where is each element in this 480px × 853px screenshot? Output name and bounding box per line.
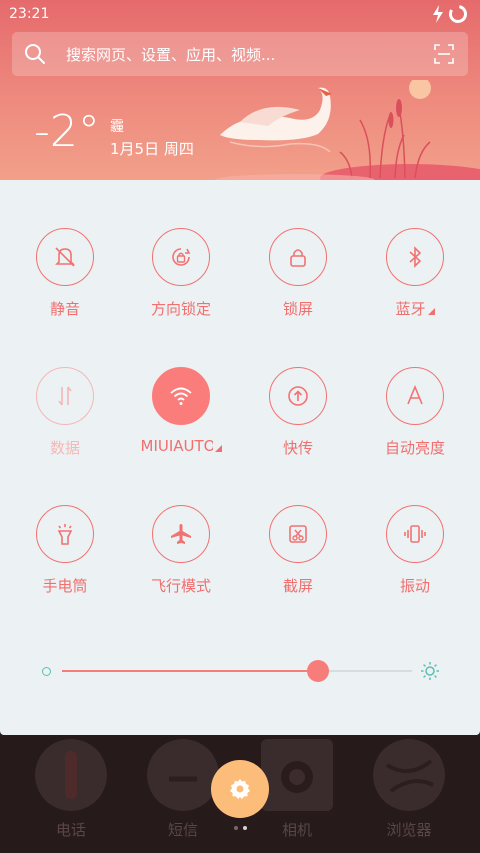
toggle-quick-transfer[interactable]: 快传: [243, 367, 353, 467]
menu-arrow-icon: [427, 308, 435, 315]
toggle-label: 自动亮度: [384, 439, 445, 457]
page-indicator: [232, 826, 252, 832]
rotation-lock-icon: [172, 248, 191, 266]
menu-arrow-icon: [214, 445, 222, 452]
toggle-bluetooth[interactable]: 蓝牙: [360, 228, 470, 328]
brightness-high-icon: [421, 662, 439, 680]
toggle-rotation-lock[interactable]: 方向锁定: [126, 228, 236, 328]
toggle-label: 数据: [49, 439, 80, 457]
page-dot-current: [243, 826, 247, 830]
flashlight-icon: [57, 524, 73, 545]
status-time: 23:21: [9, 6, 50, 22]
data-arrows-icon: [58, 386, 72, 406]
weather-condition: 霾: [110, 119, 124, 135]
vibrate-icon: [404, 525, 426, 543]
phone-icon: [35, 739, 107, 811]
gear-icon: [230, 779, 250, 799]
bluetooth-icon: [409, 246, 422, 268]
notification-header: 23:21 搜索网页、设置、应用、视频... -2° 霾 1月5日 周四: [0, 0, 480, 180]
dock-app-label: 短信: [167, 821, 198, 839]
brightness-slider[interactable]: [36, 658, 444, 684]
scan-icon[interactable]: [434, 44, 454, 64]
wifi-icon: [170, 387, 192, 405]
toggle-wifi[interactable]: MIUIAUTO: [126, 367, 236, 467]
screenshot-icon: [289, 525, 307, 543]
quick-settings-panel: 静音 方向锁定 锁屏 蓝牙 数据 MIUIAUTO 快传 自动亮度 手电筒 飞行…: [0, 180, 480, 735]
dock-app-label: 相机: [281, 821, 312, 839]
camera-icon: [261, 739, 333, 811]
toggle-silent[interactable]: 静音: [10, 228, 120, 328]
bell-off-icon: [55, 247, 75, 267]
toggle-flashlight[interactable]: 手电筒: [10, 505, 120, 605]
message-icon: [147, 739, 219, 811]
transfer-icon: [288, 386, 308, 406]
brightness-low-icon: [42, 667, 51, 676]
toggle-auto-brightness[interactable]: 自动亮度: [360, 367, 470, 467]
dock-app-label: 电话: [55, 821, 86, 839]
brightness-thumb[interactable]: [306, 660, 329, 682]
settings-button[interactable]: [211, 760, 269, 818]
search-icon: [25, 44, 45, 64]
auto-brightness-icon: [407, 384, 423, 405]
toggle-lock-screen[interactable]: 锁屏: [243, 228, 353, 328]
lock-icon: [290, 249, 306, 267]
dock-app-label: 浏览器: [386, 821, 432, 839]
toggle-label: 振动: [399, 577, 430, 595]
airplane-icon: [171, 524, 191, 544]
brightness-track[interactable]: [62, 660, 412, 682]
toggle-label: 手电筒: [42, 577, 88, 595]
temperature[interactable]: -2°: [34, 106, 100, 157]
toggle-airplane-mode[interactable]: 飞行模式: [126, 505, 236, 605]
search-placeholder: 搜索网页、设置、应用、视频...: [66, 46, 276, 64]
brightness-fill: [62, 670, 318, 672]
page-dot: [234, 826, 238, 830]
battery-ring-icon: [449, 5, 467, 23]
status-bar: 23:21: [0, 0, 480, 28]
toggle-label: MIUIAUTO: [126, 437, 236, 455]
browser-icon: [373, 739, 445, 811]
toggle-mobile-data[interactable]: 数据: [10, 367, 120, 467]
weather-date: 1月5日 周四: [110, 140, 194, 158]
toggle-label: 飞行模式: [150, 577, 211, 595]
toggle-label: 方向锁定: [150, 300, 211, 318]
toggle-label: 静音: [49, 300, 80, 318]
toggle-label: 锁屏: [282, 300, 313, 318]
search-bar[interactable]: 搜索网页、设置、应用、视频...: [12, 32, 468, 76]
toggle-label: 截屏: [282, 577, 313, 595]
toggle-label: 快传: [282, 439, 313, 457]
toggle-label: 蓝牙: [360, 298, 470, 319]
toggle-vibrate[interactable]: 振动: [360, 505, 470, 605]
charging-icon: [433, 5, 443, 23]
toggle-screenshot[interactable]: 截屏: [243, 505, 353, 605]
